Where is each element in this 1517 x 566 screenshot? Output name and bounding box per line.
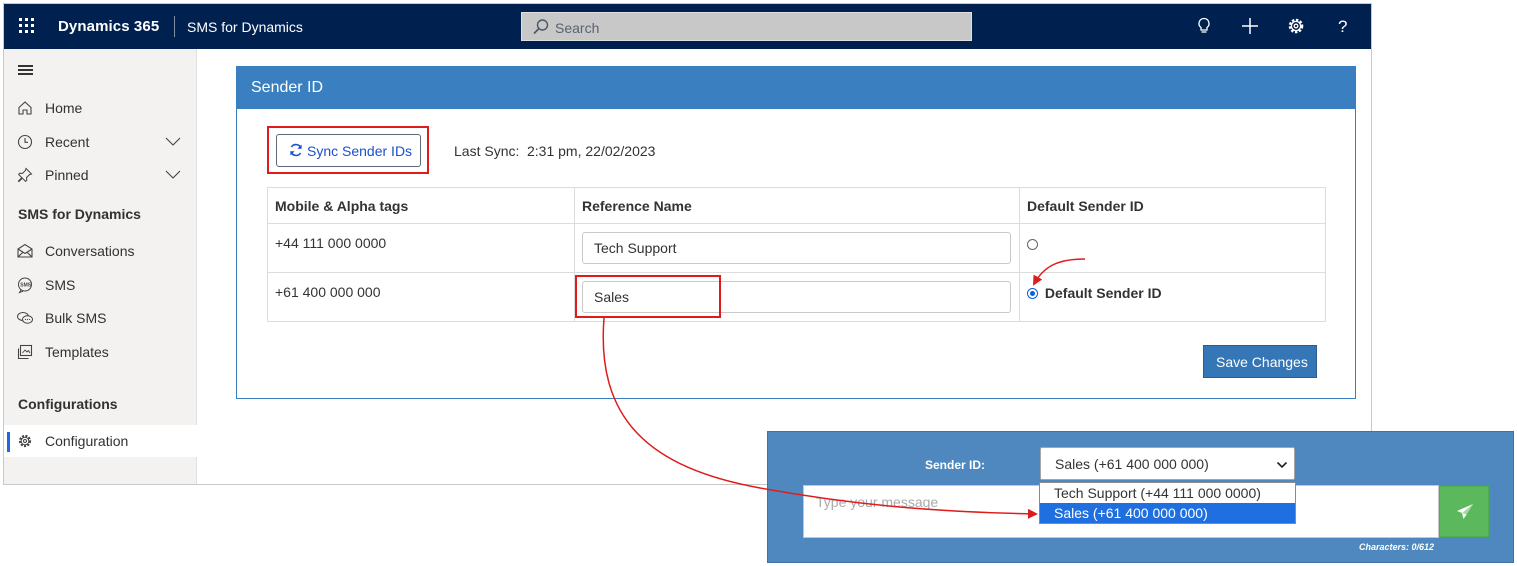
save-button-label: Save Changes xyxy=(1216,354,1308,370)
app-window: Dynamics 365 SMS for Dynamics Search ? H… xyxy=(3,3,1372,485)
search-icon xyxy=(533,19,549,35)
help-icon[interactable]: ? xyxy=(1330,14,1354,38)
column-header: Default Sender ID xyxy=(1019,187,1326,224)
chevron-down-icon xyxy=(1276,461,1288,469)
default-sender-radio[interactable] xyxy=(1027,238,1038,250)
sender-tag-cell: +44 111 000 0000 xyxy=(267,223,575,273)
sender-id-dropdown-list: Tech Support (+44 111 000 0000) Sales (+… xyxy=(1039,482,1296,524)
brand-divider xyxy=(174,16,175,37)
sms-icon: SMS xyxy=(18,277,32,294)
sidebar-item-label: Configuration xyxy=(45,433,129,449)
panel-title: Sender ID xyxy=(251,79,324,96)
pin-icon xyxy=(17,167,33,183)
sender-id-label: Sender ID: xyxy=(925,458,986,472)
table-header-row: Mobile & Alpha tags Reference Name Defau… xyxy=(267,187,1326,224)
last-sync-label: Last Sync: xyxy=(454,143,520,159)
message-placeholder: Type your message xyxy=(816,494,939,510)
sidebar-item-recent[interactable]: Recent xyxy=(4,126,197,158)
sidebar: Home Recent Pinned SMS for Dynamics Conv… xyxy=(4,49,197,484)
selected-sender: Sales (+61 400 000 000) xyxy=(1055,456,1209,472)
search-placeholder: Search xyxy=(555,20,600,36)
default-sender-cell xyxy=(1019,223,1326,273)
sender-id-select[interactable]: Sales (+61 400 000 000) xyxy=(1040,447,1295,480)
sidebar-item-templates[interactable]: Templates xyxy=(4,336,197,368)
sidebar-item-label: Recent xyxy=(45,134,90,150)
sidebar-section-configurations: Configurations xyxy=(18,396,118,412)
top-navigation-bar: Dynamics 365 SMS for Dynamics Search ? xyxy=(4,4,1371,49)
sidebar-item-label: Templates xyxy=(45,344,109,360)
sidebar-item-label: Home xyxy=(45,100,83,116)
svg-text:?: ? xyxy=(1338,17,1347,36)
envelope-icon xyxy=(17,243,33,258)
sender-tag-cell: +61 400 000 000 xyxy=(267,272,575,322)
sidebar-item-label: Conversations xyxy=(45,243,135,259)
send-icon xyxy=(1457,504,1473,519)
lightbulb-icon[interactable] xyxy=(1192,14,1216,38)
home-icon xyxy=(18,101,32,115)
plus-icon[interactable] xyxy=(1238,14,1262,38)
reference-name-cell xyxy=(574,223,1020,273)
panel-header: Sender ID xyxy=(237,67,1355,109)
sidebar-item-conversations[interactable]: Conversations xyxy=(4,235,197,267)
sidebar-item-home[interactable]: Home xyxy=(4,92,197,124)
send-button[interactable] xyxy=(1439,486,1489,537)
reference-name-input[interactable] xyxy=(582,232,1011,264)
column-header: Reference Name xyxy=(574,187,1020,224)
default-sender-label: Default Sender ID xyxy=(1044,285,1162,302)
chat-bubbles-icon xyxy=(17,312,33,324)
chevron-down-icon[interactable] xyxy=(165,168,181,180)
clock-icon xyxy=(17,134,33,150)
table-row: +61 400 000 000 Default Sender ID xyxy=(267,272,1326,322)
last-sync-value: 2:31 pm, 22/02/2023 xyxy=(527,143,656,159)
refresh-icon xyxy=(290,143,302,157)
templates-icon xyxy=(17,344,33,360)
app-launcher-icon[interactable] xyxy=(18,17,36,35)
save-changes-button[interactable]: Save Changes xyxy=(1203,345,1317,378)
sync-sender-ids-button[interactable]: Sync Sender IDs xyxy=(276,134,421,167)
sidebar-item-sms[interactable]: SMS SMS xyxy=(4,269,197,301)
gear-icon[interactable] xyxy=(1284,14,1308,38)
sidebar-item-label: SMS xyxy=(45,277,76,293)
chevron-down-icon[interactable] xyxy=(165,135,181,147)
sidebar-item-configuration[interactable]: Configuration xyxy=(4,425,197,457)
sidebar-section-sms: SMS for Dynamics xyxy=(18,206,141,222)
menu-icon[interactable] xyxy=(18,63,34,77)
sender-id-table: Mobile & Alpha tags Reference Name Defau… xyxy=(267,187,1326,322)
default-sender-cell: Default Sender ID xyxy=(1019,272,1326,322)
selection-indicator xyxy=(7,432,10,452)
column-header: Mobile & Alpha tags xyxy=(267,187,575,224)
character-count: Characters: 0/612 xyxy=(1359,542,1435,552)
sms-composer-panel: Sender ID: Sales (+61 400 000 000) Type … xyxy=(767,431,1514,563)
table-row: +44 111 000 0000 xyxy=(267,223,1326,273)
dropdown-option[interactable]: Tech Support (+44 111 000 0000) xyxy=(1040,483,1295,503)
sidebar-item-bulk-sms[interactable]: Bulk SMS xyxy=(4,302,197,334)
sender-id-panel: Sender ID Sync Sender IDs Last Sync: 2:3… xyxy=(236,66,1356,399)
sidebar-item-label: Bulk SMS xyxy=(45,310,107,326)
sidebar-item-pinned[interactable]: Pinned xyxy=(4,159,197,191)
gear-icon xyxy=(18,434,32,448)
sidebar-item-label: Pinned xyxy=(45,167,89,183)
app-name[interactable]: SMS for Dynamics xyxy=(187,19,303,35)
dropdown-option-selected[interactable]: Sales (+61 400 000 000) xyxy=(1040,503,1295,523)
svg-text:SMS: SMS xyxy=(20,283,32,289)
sync-button-label: Sync Sender IDs xyxy=(307,143,413,159)
search-input[interactable]: Search xyxy=(521,12,972,41)
brand-title[interactable]: Dynamics 365 xyxy=(58,18,159,35)
default-sender-radio[interactable] xyxy=(1027,287,1038,299)
highlight-box xyxy=(575,275,721,318)
